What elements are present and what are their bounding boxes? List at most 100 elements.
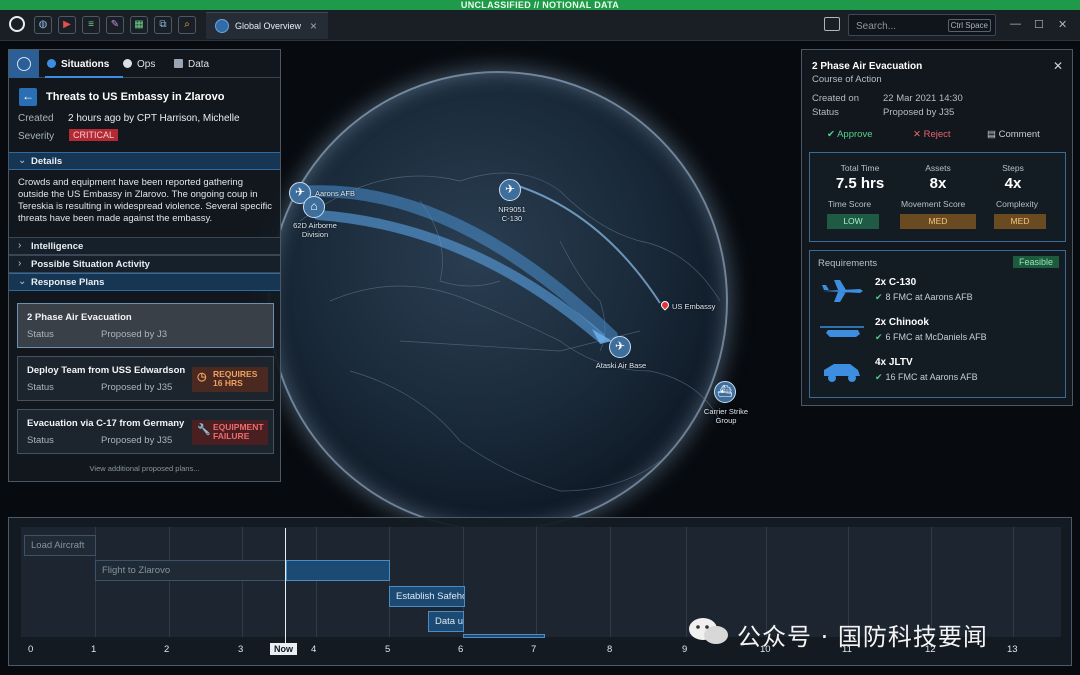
task-bar-next[interactable] <box>463 634 545 638</box>
plan-status-label: Status <box>27 329 54 340</box>
warning-text: EQUIPMENT FAILURE <box>213 422 264 441</box>
globe-nav-icon[interactable] <box>9 50 39 78</box>
created-value: 2 hours ago by CPT Harrison, Michelle <box>68 113 240 124</box>
stat-label: Steps <box>1002 163 1024 173</box>
requirements-box: Requirements Feasible 2x C-130 ✔ 8 FMC at… <box>809 250 1066 398</box>
search-input[interactable]: Search... Ctrl Space <box>848 14 996 36</box>
wrench-icon: 🔧 <box>197 424 211 436</box>
comment-button[interactable]: ▤ Comment <box>987 129 1040 140</box>
details-section-header[interactable]: ⌄ Details <box>9 152 280 170</box>
task-bar-data-uplink[interactable]: Data uplink <box>428 611 464 632</box>
view-more-plans-link[interactable]: View additional proposed plans... <box>9 464 280 473</box>
grid-line <box>316 527 317 637</box>
grid-line <box>536 527 537 637</box>
response-plans-section-header[interactable]: ⌄ Response Plans <box>9 273 280 291</box>
intelligence-section-header[interactable]: › Intelligence <box>9 237 280 255</box>
reject-label: Reject <box>923 129 951 140</box>
plan-title: Deploy Team from USS Edwardson <box>27 365 186 376</box>
requirement-detail: ✔ 6 FMC at McDaniels AFB <box>875 332 987 343</box>
play-tool-icon[interactable]: ▶ <box>58 16 76 34</box>
search-tool-icon[interactable]: ⌕ <box>178 16 196 34</box>
window-close-icon[interactable]: ✕ <box>1058 18 1067 31</box>
plan-card-uss-edwardson[interactable]: Deploy Team from USS Edwardson Status Pr… <box>17 356 274 401</box>
requirement-name: 2x Chinook <box>875 317 929 328</box>
check-circle-icon: ✔ <box>827 129 835 140</box>
assets-stat: Assets 8x <box>903 163 973 192</box>
task-bar-load-aircraft[interactable]: Load Aircraft <box>24 535 96 556</box>
check-icon: ✔ <box>875 292 883 302</box>
stat-label: Total Time <box>840 163 880 173</box>
plan-title: Evacuation via C-17 from Germany <box>27 418 185 429</box>
tab-data[interactable]: Data <box>174 59 209 70</box>
carrier-marker-icon[interactable]: ⛴ <box>714 381 736 403</box>
list-tool-icon[interactable]: ≡ <box>82 16 100 34</box>
coa-stats-box: Total Time 7.5 hrs Assets 8x Steps 4x Time … <box>809 152 1066 242</box>
tab-situations[interactable]: Situations <box>47 59 109 70</box>
aarons-afb-label: Aarons AFB <box>315 189 356 198</box>
tab-global-overview[interactable]: Global Overview × <box>206 12 328 39</box>
details-text: Crowds and equipment have been reported … <box>18 177 272 224</box>
task-bar-establish-safehouse[interactable]: Establish Safehouse <box>389 586 465 607</box>
coa-subtitle: Course of Action <box>812 74 882 85</box>
approve-label: Approve <box>837 129 873 140</box>
paratrooper-marker-icon[interactable]: ⌂ <box>303 196 325 218</box>
activity-label: Possible Situation Activity <box>31 259 150 270</box>
plan-card-air-evacuation[interactable]: 2 Phase Air Evacuation Status Proposed b… <box>17 303 274 348</box>
table-tool-icon[interactable]: ▦ <box>130 16 148 34</box>
chevron-down-icon: ⌄ <box>18 276 27 287</box>
back-arrow-icon[interactable]: ← <box>19 88 37 106</box>
close-icon[interactable]: ✕ <box>1053 59 1063 73</box>
tab-ops[interactable]: Ops <box>123 59 155 70</box>
plan-status-label: Status <box>27 435 54 446</box>
clock-icon: ◷ <box>197 371 207 383</box>
complexity-chip: MED <box>994 214 1046 229</box>
tab-close-icon[interactable]: × <box>310 19 317 33</box>
coa-title: 2 Phase Air Evacuation <box>812 61 923 72</box>
graph-tool-icon[interactable]: ⧉ <box>154 16 172 34</box>
minimize-icon[interactable]: — <box>1010 18 1021 30</box>
requirement-detail: ✔ 16 FMC at Aarons AFB <box>875 372 978 383</box>
grid-line <box>242 527 243 637</box>
globe-icon <box>215 19 229 33</box>
movement-score-chip: MED <box>900 214 976 229</box>
plan-card-c17-germany[interactable]: Evacuation via C-17 from Germany Status … <box>17 409 274 454</box>
wechat-icon <box>689 618 728 644</box>
situation-tabs: Situations Ops Data <box>9 50 280 78</box>
c130-marker-icon[interactable]: ✈ <box>499 179 521 201</box>
tick-label: 8 <box>607 644 613 655</box>
task-bar-flight-past[interactable]: Flight to Zlarovo <box>95 560 287 581</box>
globe-tool-icon[interactable]: ◍ <box>34 16 52 34</box>
plan-status-label: Status <box>27 382 54 393</box>
situation-title: Threats to US Embassy in Zlarovo <box>46 91 225 103</box>
reject-button[interactable]: ✕ Reject <box>913 129 951 140</box>
now-marker: Now <box>270 643 297 655</box>
grid-line <box>1013 527 1014 637</box>
feasible-badge: Feasible <box>1012 256 1059 268</box>
task-bar-flight-remaining[interactable] <box>286 560 390 581</box>
edit-tool-icon[interactable]: ✎ <box>106 16 124 34</box>
tab-data-label: Data <box>188 59 210 70</box>
comment-label: Comment <box>998 129 1040 140</box>
movement-score-label: Movement Score <box>901 199 966 209</box>
air-base-marker-icon[interactable]: ✈ <box>609 336 631 358</box>
activity-section-header[interactable]: › Possible Situation Activity <box>9 255 280 273</box>
tick-label: 2 <box>164 644 170 655</box>
inbox-icon[interactable] <box>824 17 840 31</box>
requirement-detail-text: 16 FMC at Aarons AFB <box>885 372 978 382</box>
requirement-detail-text: 8 FMC at Aarons AFB <box>885 292 973 302</box>
app-logo-icon[interactable] <box>9 16 25 32</box>
maximize-icon[interactable]: ☐ <box>1034 18 1044 31</box>
chinook-helicopter-icon <box>820 326 864 337</box>
severity-badge: CRITICAL <box>69 129 119 141</box>
classification-banner: UNCLASSIFIED // NOTIONAL DATA <box>0 0 1080 10</box>
created-label: Created <box>18 113 54 124</box>
airborne-division-label: 62D Airborne Division <box>293 221 337 239</box>
approve-button[interactable]: ✔ Approve <box>827 129 872 140</box>
severity-label: Severity <box>18 131 55 142</box>
stat-value: 7.5 hrs <box>835 175 885 192</box>
check-icon: ✔ <box>875 332 883 342</box>
grid-line <box>389 527 390 637</box>
layers-icon <box>174 59 183 68</box>
check-icon: ✔ <box>875 372 883 382</box>
time-score-chip: LOW <box>827 214 879 229</box>
